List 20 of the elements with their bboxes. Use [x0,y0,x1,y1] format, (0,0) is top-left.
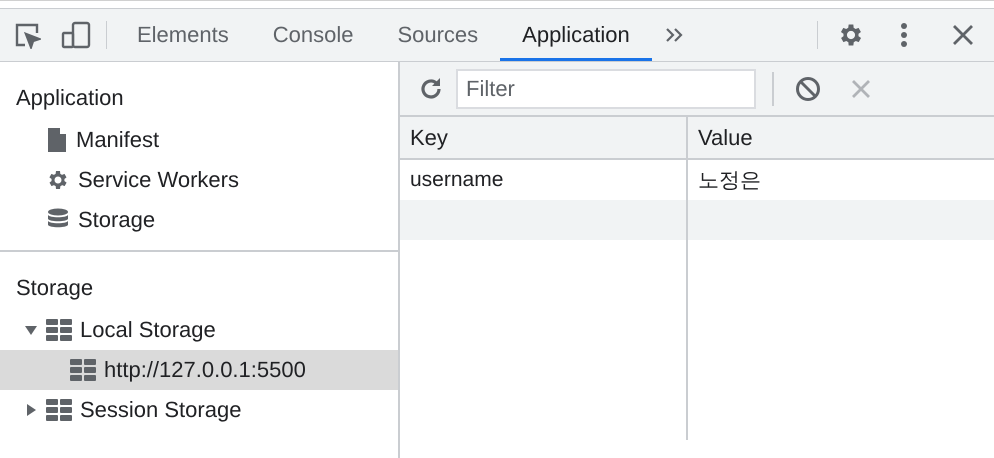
file-icon [46,128,68,152]
tree-item[interactable]: Manifest [0,120,398,160]
tab[interactable]: Sources [375,9,500,61]
tree-item[interactable]: Storage [0,200,398,240]
tree-item[interactable]: Session Storage [0,390,398,430]
tab[interactable]: Elements [115,9,251,61]
column-header[interactable]: Key [400,117,686,160]
tree-item[interactable]: Service Workers [0,160,398,200]
section-title: Application [15,84,125,112]
tree-item[interactable]: http://127.0.0.1:5500 [0,350,398,390]
collapse-arrow-icon[interactable] [24,403,38,417]
grid-icon [46,399,72,421]
tab[interactable]: Console [250,9,376,61]
section-title: Storage [15,274,94,302]
grid-icon [70,359,96,381]
grid-icon [46,319,72,341]
tree-item[interactable]: Local Storage [0,310,398,350]
column-header[interactable]: Value [686,117,994,160]
expand-arrow-icon[interactable] [24,323,38,337]
filter-field[interactable]: Filter [456,68,756,108]
